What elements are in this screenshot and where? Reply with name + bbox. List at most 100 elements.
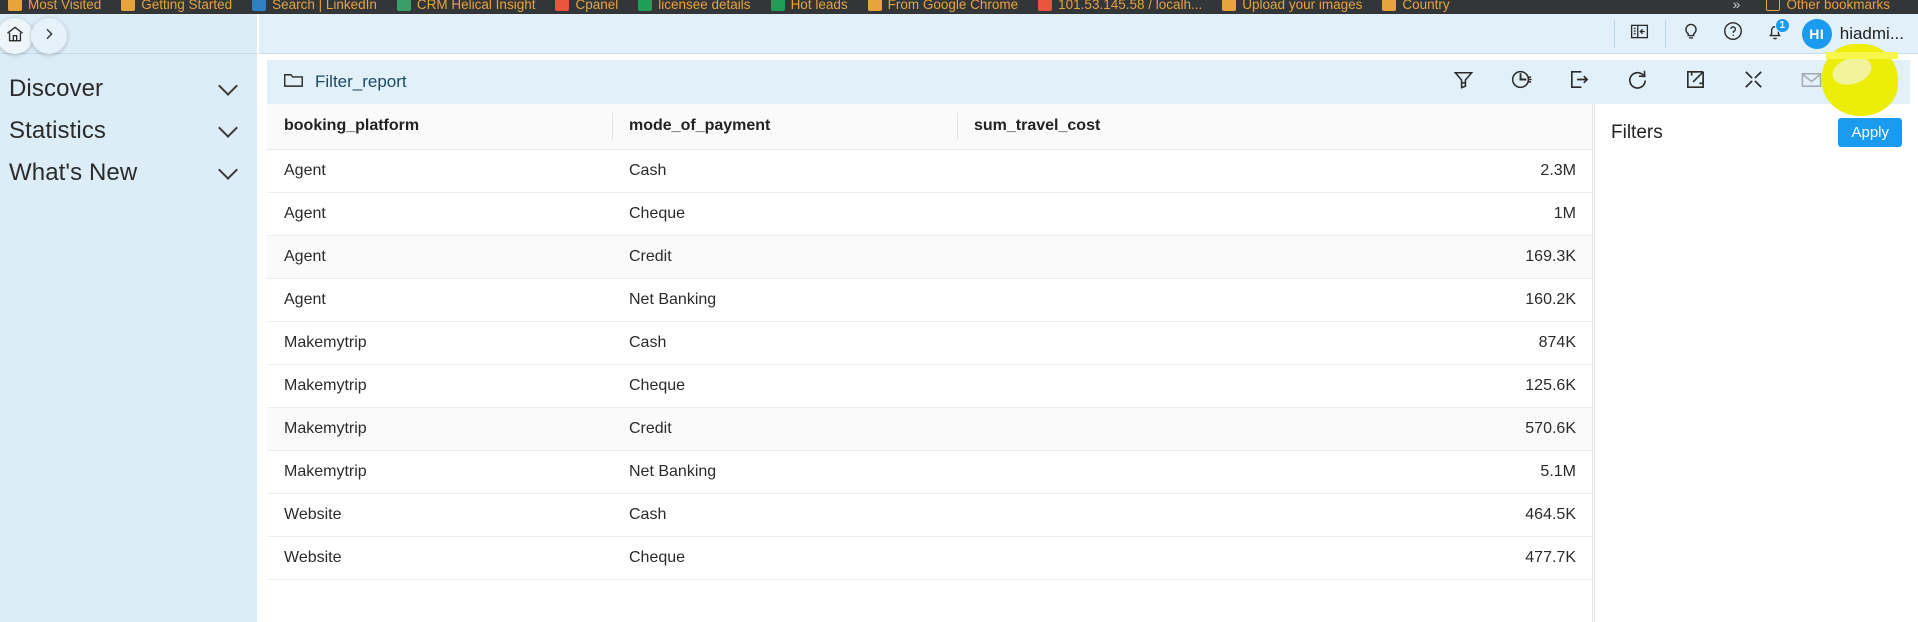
lightbulb-button[interactable] xyxy=(1670,14,1712,54)
cell-booking_platform: Makemytrip xyxy=(267,407,612,451)
firefox-icon xyxy=(1382,0,1397,11)
schedule-button[interactable] xyxy=(1492,60,1550,104)
toolbar-divider xyxy=(1613,19,1615,48)
report-title: Filter_report xyxy=(315,72,407,91)
save-button[interactable] xyxy=(1840,60,1898,104)
report-table-container[interactable]: booking_platform mode_of_payment sum_trave… xyxy=(267,104,1593,622)
report-toolbar xyxy=(1434,60,1898,104)
cell-booking_platform: Makemytrip xyxy=(267,321,612,365)
sidebar-item-label: Statistics xyxy=(9,117,107,144)
bookmark-label: Search | LinkedIn xyxy=(272,0,377,12)
filters-panel: Filters Apply xyxy=(1594,104,1918,622)
home-button[interactable] xyxy=(0,18,33,54)
bookmark-item[interactable]: Getting Started xyxy=(121,0,232,12)
username-label[interactable]: hiadmi... xyxy=(1840,24,1904,44)
firefox-icon xyxy=(1222,0,1237,11)
cell-booking_platform: Agent xyxy=(267,235,612,279)
filters-title: Filters xyxy=(1611,121,1663,143)
chevron-down-icon xyxy=(218,159,238,180)
cell-sum_travel_cost: 125.6K xyxy=(957,364,1593,408)
sidebar-expand-button[interactable] xyxy=(31,18,67,54)
bookmark-label: Cpanel xyxy=(575,0,619,12)
cell-mode_of_payment: Credit xyxy=(612,407,957,451)
bookmark-item[interactable]: CRM Helical Insight xyxy=(396,0,536,12)
linkedin-icon xyxy=(252,0,267,11)
table-row[interactable]: Makemytrip Cheque 125.6K xyxy=(267,364,1593,408)
apply-filters-button[interactable]: Apply xyxy=(1838,118,1902,147)
cell-booking_platform: Website xyxy=(267,536,612,580)
bookmark-item[interactable]: From Google Chrome xyxy=(867,0,1018,12)
table-row[interactable]: Website Cash 464.5K xyxy=(267,493,1593,537)
fullscreen-button[interactable] xyxy=(1724,60,1782,104)
table-row[interactable]: Makemytrip Cash 874K xyxy=(267,321,1593,365)
bookmark-item[interactable]: 101.53.145.58 / localh... xyxy=(1038,0,1202,12)
sidebar-item-what-s-new[interactable]: What's New xyxy=(0,152,257,194)
cell-booking_platform: Makemytrip xyxy=(267,364,612,408)
table-row[interactable]: Agent Cheque 1M xyxy=(267,192,1593,236)
cell-booking_platform: Agent xyxy=(267,278,612,322)
cell-mode_of_payment: Cash xyxy=(612,493,957,537)
column-header-mode_of_payment[interactable]: mode_of_payment xyxy=(612,104,957,150)
open-in-new-button[interactable] xyxy=(1666,60,1724,104)
email-button[interactable] xyxy=(1782,60,1840,104)
table-row[interactable]: Agent Net Banking 160.2K xyxy=(267,278,1593,322)
cell-mode_of_payment: Cheque xyxy=(612,364,957,408)
cell-booking_platform: Agent xyxy=(267,192,612,236)
table-body: Agent Cash 2.3M Agent Cheque 1M Agent Credit 169… xyxy=(267,149,1593,580)
cell-sum_travel_cost: 464.5K xyxy=(957,493,1593,537)
cell-sum_travel_cost: 477.7K xyxy=(957,536,1593,580)
table-row[interactable]: Agent Credit 169.3K xyxy=(267,235,1593,279)
sidebar-header xyxy=(0,14,257,54)
cell-mode_of_payment: Cash xyxy=(612,321,957,365)
table-panel-divider xyxy=(1592,104,1593,622)
notifications-button[interactable]: 1 xyxy=(1754,14,1796,54)
cell-sum_travel_cost: 1M xyxy=(957,192,1593,236)
bookmark-label: Country xyxy=(1402,0,1450,12)
sidebar-item-label: Discover xyxy=(9,75,104,102)
bookmark-item[interactable]: licensee details xyxy=(638,0,751,12)
bookmark-item[interactable]: Search | LinkedIn xyxy=(252,0,377,12)
bookmark-label: licensee details xyxy=(658,0,751,12)
bookmark-other-bookmarks[interactable]: Other bookmarks xyxy=(1766,0,1890,12)
toolbar-divider xyxy=(1664,19,1666,48)
cell-sum_travel_cost: 5.1M xyxy=(957,450,1593,494)
collapse-panel-button[interactable] xyxy=(1619,14,1661,54)
email-icon xyxy=(1800,68,1823,96)
cpanel-icon xyxy=(555,0,570,11)
bookmark-item[interactable]: Hot leads xyxy=(770,0,848,12)
refresh-button[interactable] xyxy=(1608,60,1666,104)
table-row[interactable]: Makemytrip Credit 570.6K xyxy=(267,407,1593,451)
table-row[interactable]: Website Cheque 477.7K xyxy=(267,536,1593,580)
sidebar-item-statistics[interactable]: Statistics xyxy=(0,110,257,152)
report-table: booking_platform mode_of_payment sum_trave… xyxy=(267,104,1593,580)
cell-sum_travel_cost: 2.3M xyxy=(957,149,1593,193)
avatar[interactable]: HI xyxy=(1801,18,1832,49)
bookmark-item[interactable]: Upload your images xyxy=(1222,0,1362,12)
filter-button[interactable] xyxy=(1434,60,1492,104)
cell-mode_of_payment: Net Banking xyxy=(612,450,957,494)
cell-mode_of_payment: Cheque xyxy=(612,536,957,580)
browser-bookmarks-bar: Most Visited Getting Started Search | Link… xyxy=(0,0,1918,14)
report-title-group: Filter_report xyxy=(283,71,407,94)
lightbulb-icon xyxy=(1680,20,1702,47)
table-row[interactable]: Agent Cash 2.3M xyxy=(267,149,1593,193)
cell-sum_travel_cost: 169.3K xyxy=(957,235,1593,279)
cell-sum_travel_cost: 160.2K xyxy=(957,278,1593,322)
help-icon xyxy=(1722,20,1744,47)
cell-booking_platform: Makemytrip xyxy=(267,450,612,494)
column-header-booking_platform[interactable]: booking_platform xyxy=(267,104,612,150)
bookmark-item[interactable]: Country xyxy=(1382,0,1450,12)
schedule-icon xyxy=(1510,68,1533,96)
table-row[interactable]: Makemytrip Net Banking 5.1M xyxy=(267,450,1593,494)
export-button[interactable] xyxy=(1550,60,1608,104)
sidebar-item-discover[interactable]: Discover xyxy=(0,68,257,110)
bookmarks-overflow-button[interactable]: » xyxy=(1733,0,1741,12)
save-icon xyxy=(1858,68,1881,96)
bookmark-item[interactable]: Cpanel xyxy=(555,0,618,12)
bookmark-label: CRM Helical Insight xyxy=(416,0,536,12)
cell-sum_travel_cost: 570.6K xyxy=(957,407,1593,451)
bookmark-item[interactable]: Most Visited xyxy=(8,0,101,12)
help-button[interactable] xyxy=(1712,14,1754,54)
filter-icon xyxy=(1452,68,1475,96)
column-header-sum_travel_cost[interactable]: sum_travel_cost xyxy=(957,104,1593,150)
